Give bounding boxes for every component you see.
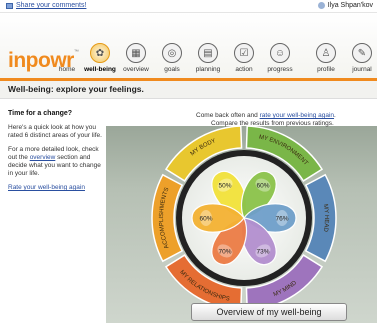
book-icon: ✎ xyxy=(352,43,372,63)
nav-goals[interactable]: ◎ goals xyxy=(154,43,190,73)
left-column: Time for a change? Here's a quick look a… xyxy=(8,110,104,198)
petal-value: 70% xyxy=(218,248,231,255)
share-comments-link[interactable]: Share your comments! xyxy=(16,2,86,9)
overview-button[interactable]: Overview of my well-being xyxy=(191,303,347,321)
nav-overview[interactable]: ▦ overview xyxy=(118,43,154,73)
nav-action[interactable]: ☑ action xyxy=(226,43,262,73)
target-icon: ◎ xyxy=(162,43,182,63)
nav-progress[interactable]: ☺ progress xyxy=(262,43,298,73)
share-comments[interactable]: Share your comments! xyxy=(6,2,86,9)
top-strip: Share your comments! Ilya Shpan'kov xyxy=(0,0,377,12)
nav-home[interactable]: home xyxy=(56,43,78,73)
face-icon: ☺ xyxy=(270,43,290,63)
nav-well-being-label: well-being xyxy=(84,66,116,73)
user-info: Ilya Shpan'kov xyxy=(317,2,373,9)
petal-value: 76% xyxy=(275,216,288,223)
overview-link[interactable]: overview xyxy=(30,154,56,161)
left-heading: Time for a change? xyxy=(8,110,73,117)
calendar-icon: ▤ xyxy=(198,43,218,63)
left-detail: For a more detailed look, check out the … xyxy=(8,146,104,178)
header: inpowr™ home ✿ well-being ▦ overview ◎ g… xyxy=(0,12,377,78)
flower-icon: ✿ xyxy=(90,43,110,63)
nav-planning[interactable]: ▤ planning xyxy=(190,43,226,73)
nav-planning-label: planning xyxy=(195,66,221,73)
nav-home-label: home xyxy=(58,66,76,73)
user-icon xyxy=(317,2,325,9)
left-intro: Here's a quick look at how you rated 6 d… xyxy=(8,124,102,139)
wellbeing-wheel: 50% 60%76%73%70%60% MY BODYMY ENVIRONMENT… xyxy=(151,125,337,311)
nav-separator xyxy=(298,43,308,73)
petal-value: 50% xyxy=(218,183,231,190)
user-name: Ilya Shpan'kov xyxy=(327,2,373,9)
nav-profile-label: profile xyxy=(317,66,335,73)
page-title: Well-being: explore your feelings. xyxy=(8,84,144,94)
nav-goals-label: goals xyxy=(164,66,180,73)
nav-journal[interactable]: ✎ journal xyxy=(344,43,377,73)
nav-overview-label: overview xyxy=(123,66,149,73)
nav-action-label: action xyxy=(235,66,253,73)
petal-value: 73% xyxy=(256,248,269,255)
nav-journal-label: journal xyxy=(352,66,372,73)
comment-icon xyxy=(6,2,13,9)
nav-well-being[interactable]: ✿ well-being xyxy=(82,43,118,73)
nav-profile[interactable]: ♙ profile xyxy=(308,43,344,73)
main-nav: home ✿ well-being ▦ overview ◎ goals ▤ p… xyxy=(56,43,377,73)
petal-value: 60% xyxy=(256,183,269,190)
petal-value: 60% xyxy=(199,216,212,223)
person-icon: ♙ xyxy=(316,43,336,63)
page-title-bar: Well-being: explore your feelings. xyxy=(0,81,377,99)
home-icon xyxy=(57,43,77,63)
nav-progress-label: progress xyxy=(267,66,293,73)
rate-again-link[interactable]: Rate your well-being again xyxy=(8,184,85,191)
checklist-icon: ☑ xyxy=(234,43,254,63)
chart-icon: ▦ xyxy=(126,43,146,63)
wellbeing-panel: Come back often and rate your well-being… xyxy=(106,100,377,323)
